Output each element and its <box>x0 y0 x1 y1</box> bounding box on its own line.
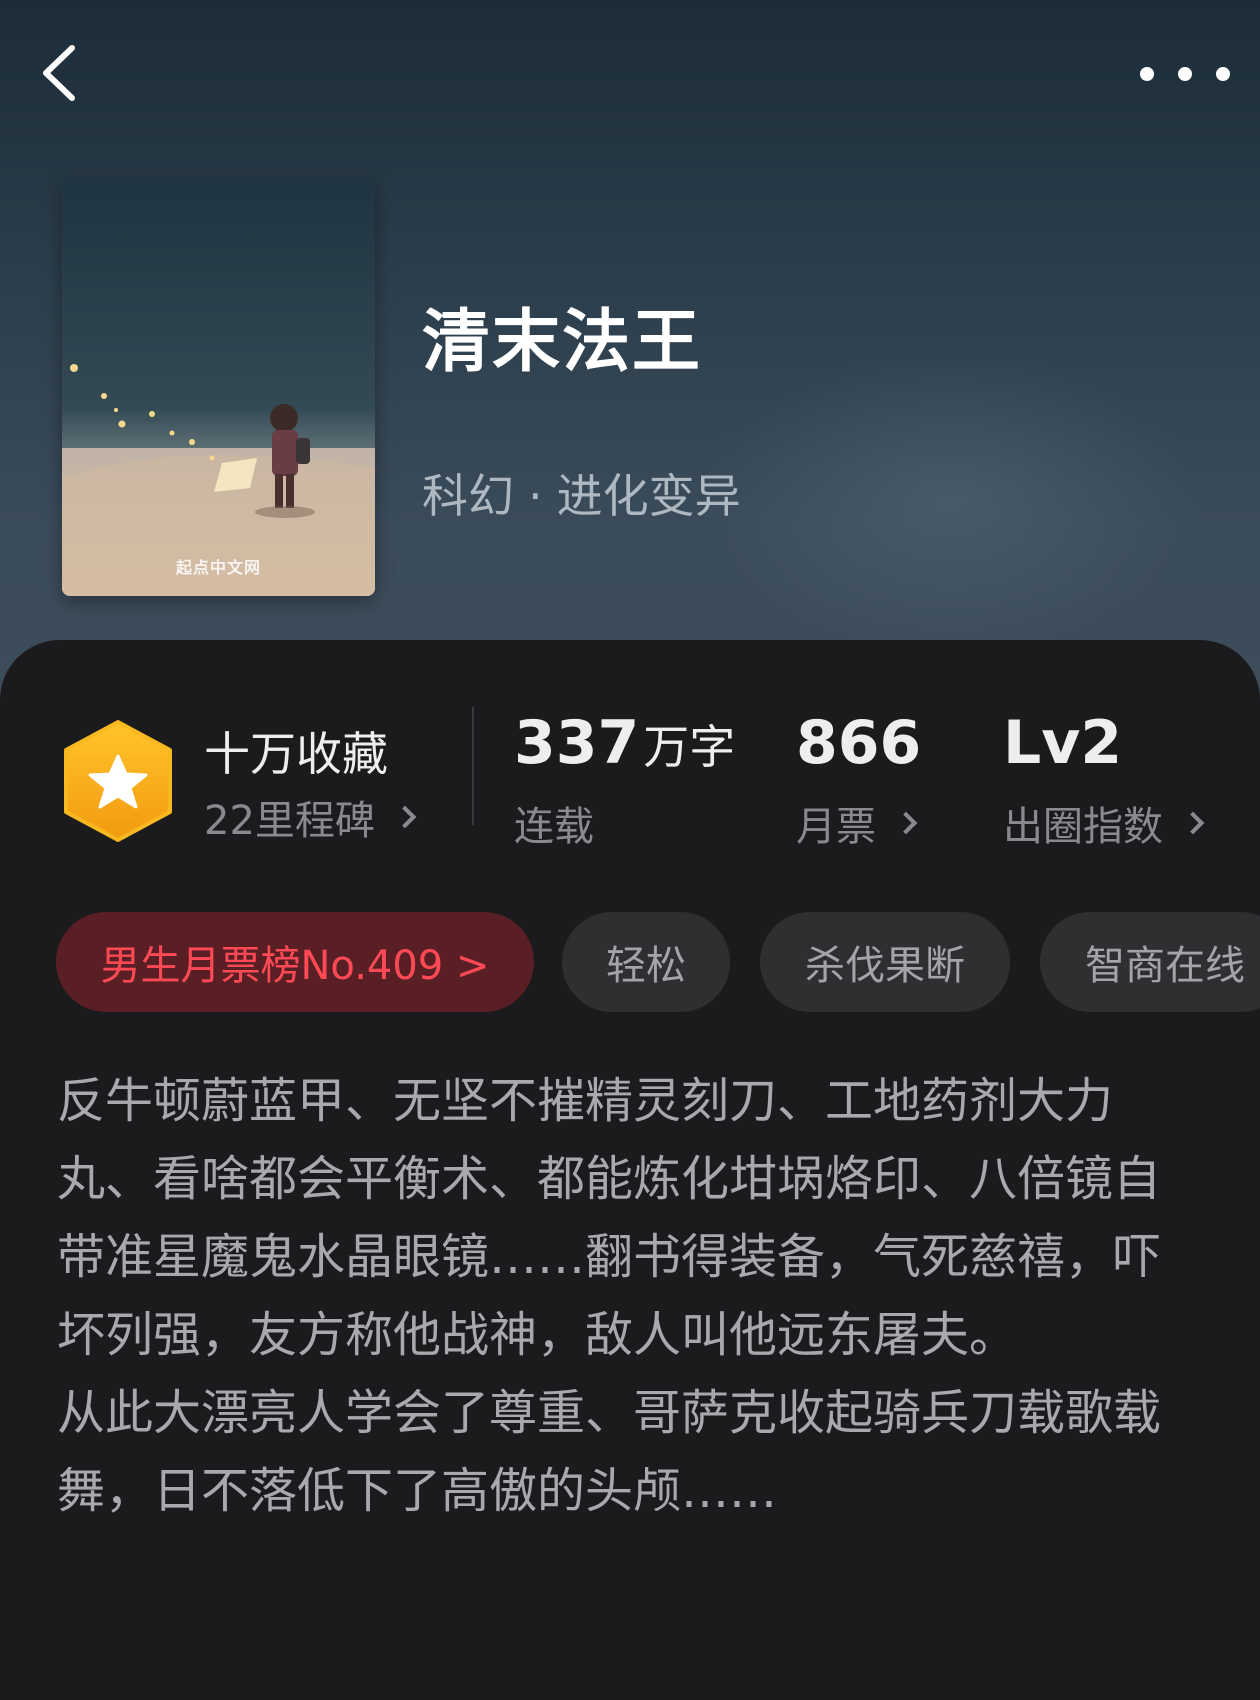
serial-status-label: 连载 <box>514 804 594 850</box>
tag-relaxed[interactable]: 轻松 <box>562 912 730 1012</box>
monthly-ticket-count: 866 <box>796 708 922 778</box>
popularity-link[interactable]: 出圈指数 <box>1003 794 1205 852</box>
stats-divider <box>472 707 474 825</box>
genre-separator: · <box>528 469 543 523</box>
chevron-right-icon <box>1181 811 1205 835</box>
more-dot <box>1216 67 1230 81</box>
collection-subtitle: 22里程碑 <box>204 798 375 844</box>
book-genre[interactable]: 科幻 · 进化变异 <box>422 460 741 526</box>
chevron-right-icon <box>894 811 918 835</box>
more-dot <box>1140 67 1154 81</box>
more-button[interactable] <box>1140 56 1230 92</box>
book-header: 起点中文网 清末法王 科幻 · 进化变异 <box>0 0 1260 700</box>
monthly-ticket-link[interactable]: 月票 <box>796 794 918 852</box>
monthly-ticket-label: 月票 <box>796 804 876 850</box>
chevron-right-icon <box>393 805 417 829</box>
description-paragraph: 从此大漂亮人学会了尊重、哥萨克收起骑兵刀载歌载舞，日不落低下了高傲的头颅…… <box>57 1385 1162 1519</box>
popularity-level: Lv2 <box>1003 708 1123 778</box>
book-title: 清末法王 <box>422 303 703 382</box>
word-count: 337万字 <box>514 708 735 778</box>
serial-status: 连载 <box>514 794 594 852</box>
cover-watermark: 起点中文网 <box>175 558 261 577</box>
book-cover[interactable]: 起点中文网 <box>62 178 375 596</box>
more-dot <box>1178 67 1192 81</box>
book-description[interactable]: 反牛顿蔚蓝甲、无坚不摧精灵刻刀、工地药剂大力丸、看啥都会平衡术、都能炼化坩埚烙印… <box>57 1062 1177 1530</box>
word-count-value: 337 <box>514 708 640 778</box>
genre-sub: 进化变异 <box>556 469 741 523</box>
back-button[interactable] <box>34 38 90 108</box>
tag-smart[interactable]: 智商在线 <box>1040 912 1260 1012</box>
tag-row: 男生月票榜No.409 > 轻松 杀伐果断 智商在线 <box>56 912 1260 1012</box>
tag-decisive[interactable]: 杀伐果断 <box>760 912 1010 1012</box>
genre-main: 科幻 <box>422 469 514 523</box>
description-paragraph: 反牛顿蔚蓝甲、无坚不摧精灵刻刀、工地药剂大力丸、看啥都会平衡术、都能炼化坩埚烙印… <box>57 1073 1162 1363</box>
collection-badge[interactable] <box>60 718 176 844</box>
chevron-left-icon <box>43 45 75 101</box>
tag-monthly-rank[interactable]: 男生月票榜No.409 > <box>56 912 534 1012</box>
popularity-label: 出圈指数 <box>1003 804 1163 850</box>
cover-art-image <box>62 178 375 596</box>
collection-milestone-link[interactable]: 22里程碑 <box>204 788 417 846</box>
collection-title: 十万收藏 <box>204 727 388 781</box>
word-count-unit: 万字 <box>643 720 736 774</box>
star-hexagon-icon <box>64 720 172 842</box>
